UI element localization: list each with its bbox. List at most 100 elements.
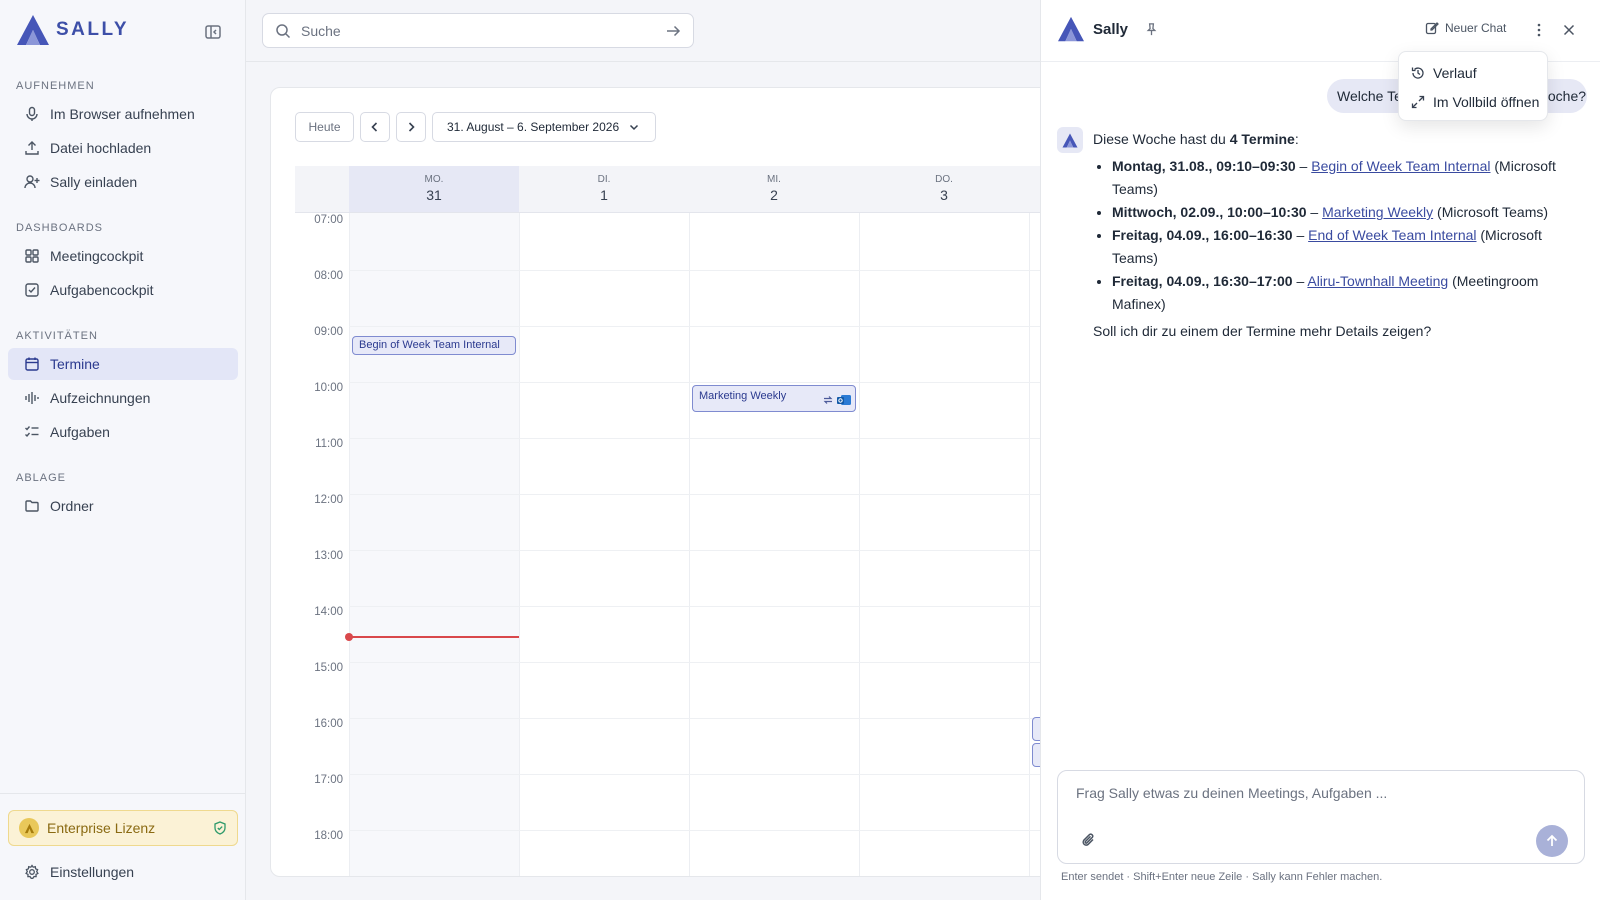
bot-intro: Diese Woche hast du 4 Termine:: [1093, 128, 1589, 151]
sidebar-item-label: Termine: [50, 356, 100, 372]
gear-icon: [24, 864, 40, 880]
hour-gridline: [349, 606, 1059, 607]
sidebar-item-label: Aufgabencockpit: [50, 282, 154, 298]
sidebar-item-meetingcockpit[interactable]: Meetingcockpit: [8, 240, 238, 272]
column-divider: [1029, 213, 1030, 876]
hour-label: 08:00: [314, 270, 343, 282]
hour-label: 15:00: [314, 662, 343, 674]
pin-icon[interactable]: [1144, 22, 1159, 37]
brand-name: SALLY: [56, 19, 130, 40]
hour-gridline: [349, 494, 1059, 495]
separator: –: [1306, 204, 1323, 220]
appointment-link[interactable]: End of Week Team Internal: [1308, 227, 1476, 243]
search-input[interactable]: [301, 22, 655, 39]
menu-item-history[interactable]: Verlauf: [1399, 58, 1547, 87]
appointment-link[interactable]: Aliru-Townhall Meeting: [1307, 273, 1448, 289]
list-item: Freitag, 04.09., 16:30–17:00 – Aliru-Tow…: [1112, 270, 1589, 316]
sidebar-item-termine[interactable]: Termine: [8, 348, 238, 380]
column-divider: [519, 213, 520, 876]
hour-gridline: [349, 662, 1059, 663]
sidebar-item-label: Ordner: [50, 498, 94, 514]
list-item: Freitag, 04.09., 16:00–16:30 – End of We…: [1112, 224, 1589, 270]
paperclip-icon[interactable]: [1080, 831, 1098, 849]
sidebar-item-invite[interactable]: Sally einladen: [8, 166, 238, 198]
outlook-icon: [837, 395, 851, 405]
sidebar-item-label: Sally einladen: [50, 174, 138, 190]
day-header[interactable]: MO. 31: [349, 166, 519, 213]
arrow-up-icon: [1546, 834, 1558, 846]
chevron-right-icon: [404, 120, 418, 134]
list-item: Montag, 31.08., 09:10–09:30 – Begin of W…: [1112, 155, 1589, 201]
event-title: Marketing Weekly: [699, 390, 787, 402]
separator: –: [1295, 158, 1312, 174]
sidebar-item-label: Meetingcockpit: [50, 248, 144, 264]
today-button[interactable]: Heute: [295, 112, 354, 142]
sidebar-item-aufgaben[interactable]: Aufgaben: [8, 416, 238, 448]
day-number: 1: [600, 187, 608, 203]
event-icons: [822, 394, 851, 406]
send-button[interactable]: [1536, 825, 1568, 857]
section-dashboards: DASHBOARDS: [16, 222, 104, 234]
separator: –: [1292, 227, 1309, 243]
new-chat-button[interactable]: Neuer Chat: [1425, 21, 1506, 35]
day-header[interactable]: DO. 3: [859, 166, 1059, 213]
calendar-card: Heute 31. August – 6. September 2026 MO.…: [270, 87, 1060, 877]
sidebar-item-aufzeichnungen[interactable]: Aufzeichnungen: [8, 382, 238, 414]
new-chat-label: Neuer Chat: [1445, 21, 1507, 35]
app-logo[interactable]: SALLY: [16, 14, 129, 46]
bot-follow-up: Soll ich dir zu einem der Termine mehr D…: [1093, 323, 1432, 339]
chat-input[interactable]: [1076, 785, 1556, 815]
sally-logo-icon: [17, 15, 49, 45]
appointment-time: Freitag, 04.09., 16:30–17:00: [1112, 273, 1293, 289]
day-header[interactable]: DI. 1: [519, 166, 689, 213]
appointment-time: Montag, 31.08., 09:10–09:30: [1112, 158, 1296, 174]
history-icon: [1411, 66, 1425, 80]
close-icon[interactable]: [1561, 22, 1577, 38]
appointment-link[interactable]: Begin of Week Team Internal: [1311, 158, 1490, 174]
appointment-location: (Microsoft Teams): [1433, 204, 1549, 220]
calendar-event[interactable]: Begin of Week Team Internal: [352, 336, 516, 355]
sidebar-item-aufgabencockpit[interactable]: Aufgabencockpit: [8, 274, 238, 306]
prev-week-button[interactable]: [360, 112, 390, 142]
appointment-time: Freitag, 04.09., 16:00–16:30: [1112, 227, 1293, 243]
search-icon: [275, 23, 291, 39]
event-title: Begin of Week Team Internal: [359, 339, 500, 351]
sidebar-footer: Enterprise Lizenz Einstellungen: [0, 793, 246, 900]
folder-icon: [24, 498, 40, 514]
hour-label: 07:00: [314, 214, 343, 226]
day-name: MI.: [767, 174, 781, 185]
calendar-event[interactable]: Marketing Weekly: [692, 385, 856, 412]
bot-intro-suffix: :: [1294, 131, 1299, 147]
chevron-down-icon: [627, 120, 641, 134]
sidebar-item-ordner[interactable]: Ordner: [8, 490, 238, 522]
hour-label: 11:00: [315, 438, 343, 450]
search-box[interactable]: [262, 13, 694, 48]
today-column: [349, 213, 519, 876]
section-aufnehmen: AUFNEHMEN: [16, 80, 95, 92]
hour-label: 14:00: [314, 606, 343, 618]
next-week-button[interactable]: [396, 112, 426, 142]
date-range-picker[interactable]: 31. August – 6. September 2026: [432, 112, 657, 142]
arrow-right-icon[interactable]: [665, 23, 681, 39]
sally-logo-icon: [1058, 16, 1084, 42]
menu-item-fullscreen[interactable]: Im Vollbild öffnen: [1399, 87, 1547, 116]
grid-icon: [24, 248, 40, 264]
hour-gridline: [349, 774, 1059, 775]
day-header[interactable]: MI. 2: [689, 166, 859, 213]
more-vertical-icon[interactable]: [1531, 22, 1547, 38]
hour-label: 10:00: [314, 382, 343, 394]
column-divider: [689, 213, 690, 876]
sidebar-item-settings[interactable]: Einstellungen: [8, 856, 238, 888]
sidebar-item-browser-record[interactable]: Im Browser aufnehmen: [8, 98, 238, 130]
chat-panel: Sally Neuer Chat Verlauf Im Vollbild öff…: [1040, 0, 1600, 900]
list-item: Mittwoch, 02.09., 10:00–10:30 – Marketin…: [1112, 201, 1589, 224]
appointment-link[interactable]: Marketing Weekly: [1322, 204, 1433, 220]
bot-intro-count: 4 Termine: [1229, 131, 1295, 147]
sidebar-collapse-icon[interactable]: [204, 23, 222, 41]
menu-item-label: Im Vollbild öffnen: [1433, 93, 1540, 110]
edit-icon: [1425, 21, 1439, 35]
checkbox-icon: [24, 282, 40, 298]
license-badge[interactable]: Enterprise Lizenz: [8, 810, 238, 846]
sidebar-item-upload[interactable]: Datei hochladen: [8, 132, 238, 164]
sally-logo-icon: [1062, 132, 1078, 148]
